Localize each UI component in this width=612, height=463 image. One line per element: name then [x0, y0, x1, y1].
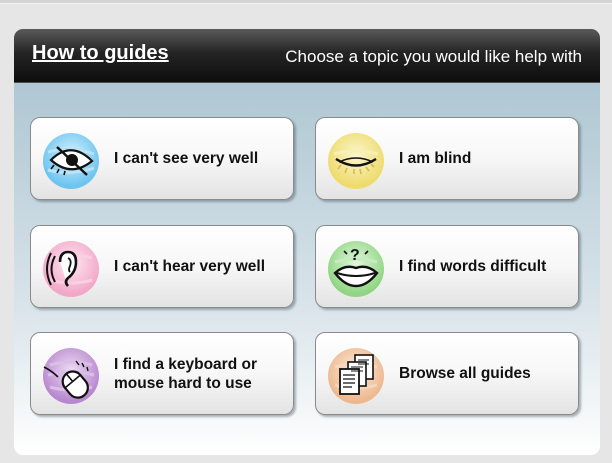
panel-header: How to guides Choose a topic you would l… [14, 29, 600, 83]
top-divider [0, 0, 612, 4]
ear-icon [42, 240, 100, 298]
topic-cant-hear-well-button[interactable]: I can't hear very well [30, 225, 294, 308]
topic-keyboard-mouse-button[interactable]: I find a keyboard or mouse hard to use [30, 332, 294, 415]
topic-words-difficult-button[interactable]: ? I find words difficult [315, 225, 579, 308]
how-to-guides-link[interactable]: How to guides [32, 42, 169, 65]
documents-icon [327, 347, 385, 405]
topic-blind-button[interactable]: I am blind [315, 117, 579, 200]
topic-cant-see-well-button[interactable]: I can't see very well [30, 117, 294, 200]
svg-text:?: ? [350, 247, 360, 264]
browse-all-guides-button[interactable]: Browse all guides [315, 332, 579, 415]
topic-label: I am blind [399, 150, 472, 167]
eye-icon [42, 132, 100, 190]
topic-label: Browse all guides [399, 365, 531, 382]
mouth-question-icon: ? [327, 240, 385, 298]
topic-label: I can't see very well [114, 150, 259, 167]
topic-label: I find words difficult [399, 258, 547, 275]
topic-label: I can't hear very well [114, 258, 266, 275]
header-subtitle: Choose a topic you would like help with [285, 47, 582, 66]
closed-eye-icon [327, 132, 385, 190]
how-to-guides-panel: How to guides Choose a topic you would l… [14, 29, 600, 455]
mouse-icon [42, 347, 100, 405]
topic-label: I find a keyboard or mouse hard to use [114, 355, 257, 392]
